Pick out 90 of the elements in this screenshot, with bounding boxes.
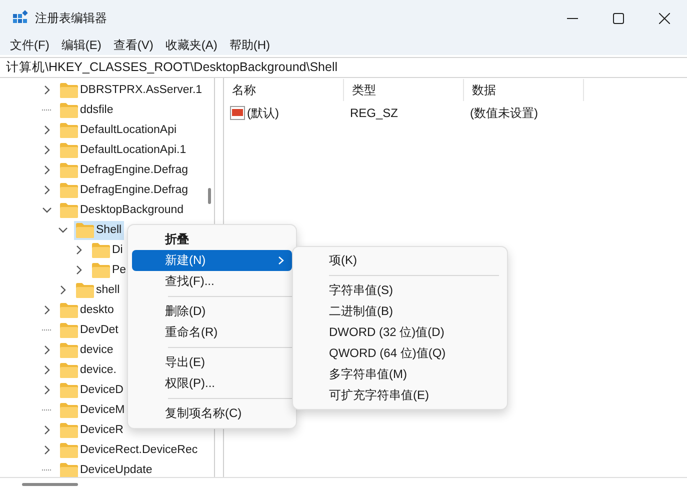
tree-item[interactable]: device.: [58, 360, 118, 380]
chevron-down-icon[interactable]: [42, 205, 52, 215]
menu-item[interactable]: 可扩充字符串值(E): [297, 385, 503, 406]
address-bar[interactable]: 计算机\HKEY_CLASSES_ROOT\DesktopBackground\Shell: [0, 57, 687, 78]
folder-icon: [60, 182, 78, 198]
chevron-right-icon[interactable]: [42, 125, 52, 135]
menu-item[interactable]: 折叠: [132, 229, 292, 250]
menu-item[interactable]: 查看(V): [107, 37, 160, 54]
menu-item[interactable]: 多字符串值(M): [297, 364, 503, 385]
tree-item[interactable]: ddsfile: [58, 100, 116, 120]
tree-item[interactable]: deskto: [58, 300, 116, 320]
scrollbar-thumb[interactable]: [22, 483, 78, 486]
menu-item[interactable]: 帮助(H): [223, 37, 276, 54]
folder-icon: [60, 102, 78, 118]
chevron-right-icon[interactable]: [42, 425, 52, 435]
chevron-right-icon[interactable]: [42, 185, 52, 195]
chevron-right-icon[interactable]: [58, 285, 68, 295]
chevron-right-icon[interactable]: [42, 305, 52, 315]
folder-icon: [60, 402, 78, 418]
column-header[interactable]: 数据: [464, 79, 584, 101]
tree-item[interactable]: DeviceM: [58, 400, 127, 420]
folder-icon: [60, 122, 78, 138]
value-type: REG_SZ: [349, 106, 400, 120]
tree-item[interactable]: DeviceUpdate: [58, 460, 154, 477]
menu-item[interactable]: DWORD (32 位)值(D): [297, 322, 503, 343]
menu-item[interactable]: 字符串值(S): [297, 280, 503, 301]
tree-item[interactable]: DefragEngine.Defrag: [58, 160, 190, 180]
menu-item[interactable]: 二进制值(B): [297, 301, 503, 322]
chevron-right-icon[interactable]: [42, 85, 52, 95]
tree-item[interactable]: Di: [90, 240, 125, 260]
chevron-right-icon[interactable]: [42, 385, 52, 395]
menu-item[interactable]: 文件(F): [4, 37, 56, 54]
tree-item[interactable]: DesktopBackground: [58, 200, 186, 220]
folder-icon: [60, 82, 78, 98]
tree-item[interactable]: DefragEngine.Defrag: [58, 180, 190, 200]
menu-item[interactable]: 删除(D): [132, 301, 292, 322]
tree-item[interactable]: shell: [74, 280, 122, 300]
folder-icon: [60, 422, 78, 438]
chevron-right-icon[interactable]: [42, 145, 52, 155]
folder-icon: [60, 302, 78, 318]
folder-icon: [60, 442, 78, 458]
tree-item[interactable]: device: [58, 340, 116, 360]
tree-item[interactable]: Shell: [74, 220, 124, 240]
folder-icon: [60, 462, 78, 477]
folder-icon: [60, 162, 78, 178]
column-header[interactable]: 名称: [224, 79, 344, 101]
menu-item[interactable]: 重命名(R): [132, 322, 292, 343]
tree-item[interactable]: DeviceD: [58, 380, 126, 400]
chevron-down-icon[interactable]: [58, 225, 68, 235]
window-title: 注册表编辑器: [35, 10, 107, 26]
folder-icon: [60, 322, 78, 338]
tree-item[interactable]: DeviceRect.DeviceRec: [58, 440, 200, 460]
folder-icon: [60, 362, 78, 378]
chevron-right-icon[interactable]: [74, 265, 84, 275]
chevron-right-icon[interactable]: [42, 365, 52, 375]
tree-item[interactable]: DevDet: [58, 320, 120, 340]
value-data: (数值未设置): [469, 104, 539, 122]
menu-item[interactable]: 新建(N): [132, 250, 292, 271]
menu-item[interactable]: QWORD (64 位)值(Q): [297, 343, 503, 364]
tree-item[interactable]: DefaultLocationApi.1: [58, 140, 188, 160]
folder-icon: [60, 142, 78, 158]
menu-item[interactable]: 权限(P)...: [132, 373, 292, 394]
chevron-right-icon[interactable]: [42, 445, 52, 455]
menu-item[interactable]: 项(K): [297, 250, 503, 271]
folder-icon: [92, 242, 110, 258]
chevron-right-icon[interactable]: [42, 165, 52, 175]
folder-icon: [60, 382, 78, 398]
folder-icon: [60, 342, 78, 358]
scrollbar-thumb[interactable]: [208, 188, 211, 204]
tree-item[interactable]: DeviceR: [58, 420, 126, 440]
maximize-icon: [612, 12, 624, 24]
close-icon: [658, 12, 670, 24]
chevron-right-icon[interactable]: [42, 345, 52, 355]
folder-icon: [76, 282, 94, 298]
column-header[interactable]: 类型: [344, 79, 464, 101]
folder-icon: [60, 202, 78, 218]
string-value-icon: [230, 106, 245, 120]
folder-icon: [92, 262, 110, 278]
menu-item[interactable]: 收藏夹(A): [159, 37, 224, 54]
folder-icon: [76, 222, 94, 238]
registry-icon: [12, 10, 28, 26]
menu-item[interactable]: 查找(F)...: [132, 271, 292, 292]
tree-item[interactable]: DefaultLocationApi: [58, 120, 179, 140]
tree-item[interactable]: Pe: [90, 260, 128, 280]
chevron-right-icon[interactable]: [74, 245, 84, 255]
menu-item[interactable]: 编辑(E): [55, 37, 108, 54]
value-name: (默认): [247, 104, 279, 122]
menu-item[interactable]: 导出(E): [132, 352, 292, 373]
tree-item[interactable]: DBRSTPRX.AsServer.1: [58, 80, 204, 100]
menu-item[interactable]: 复制项名称(C): [132, 403, 292, 424]
